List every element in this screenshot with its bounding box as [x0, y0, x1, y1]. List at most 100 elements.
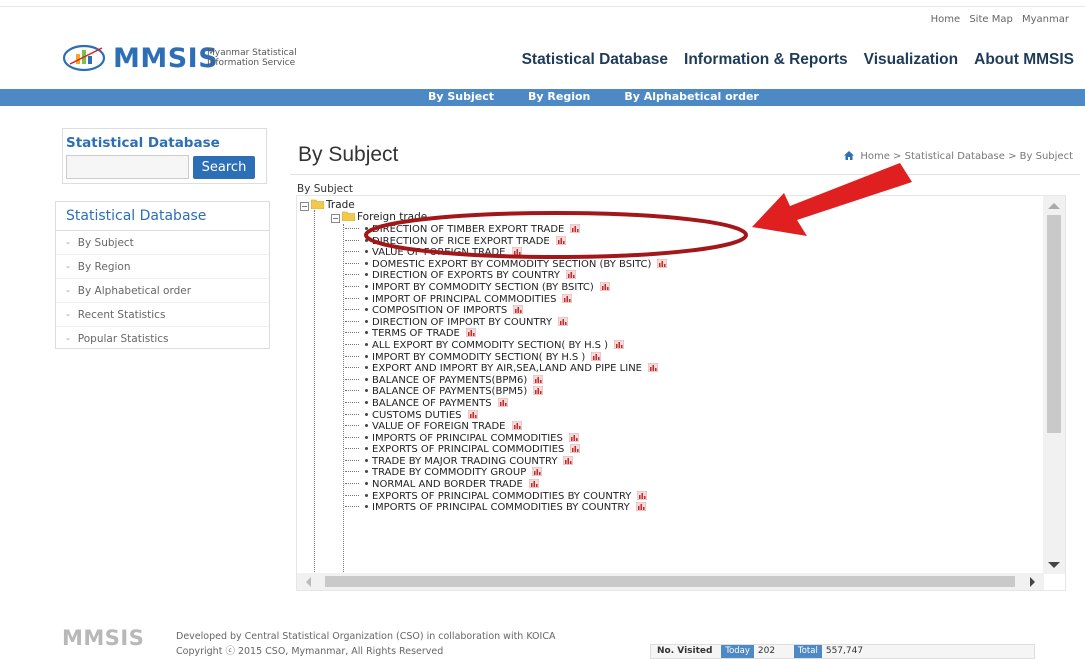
mmsis-logo-icon[interactable]: [62, 42, 110, 72]
chart-icon[interactable]: [635, 502, 646, 512]
tree-item[interactable]: VALUE OF FOREIGN TRADE: [345, 421, 667, 433]
tree-item-label[interactable]: BALANCE OF PAYMENTS(BPM5): [372, 386, 527, 397]
collapse-toggle-icon[interactable]: −: [331, 214, 340, 223]
tree-item[interactable]: DIRECTION OF TIMBER EXPORT TRADE: [345, 224, 667, 236]
tree-item-label[interactable]: EXPORTS OF PRINCIPAL COMMODITIES BY COUN…: [372, 491, 631, 502]
sidebar-item-by-subject[interactable]: - By Subject: [56, 231, 269, 255]
tree-item[interactable]: BALANCE OF PAYMENTS(BPM5): [345, 386, 667, 398]
tree-item-label[interactable]: IMPORT BY COMMODITY SECTION (BY BSITC): [372, 282, 594, 293]
tree-item[interactable]: EXPORTS OF PRINCIPAL COMMODITIES: [345, 444, 667, 456]
subnav-by-region[interactable]: By Region: [528, 90, 590, 103]
tree-item[interactable]: VALUE OF FOREIGN TRADE: [345, 247, 667, 259]
tree-item[interactable]: DIRECTION OF EXPORTS BY COUNTRY: [345, 270, 667, 282]
search-input[interactable]: [66, 155, 189, 179]
chart-icon[interactable]: [657, 258, 668, 268]
sidebar-item-popular-statistics[interactable]: - Popular Statistics: [56, 327, 269, 351]
vertical-scrollbar[interactable]: [1043, 196, 1065, 574]
breadcrumb-text[interactable]: Home > Statistical Database > By Subject: [860, 151, 1073, 162]
chart-icon[interactable]: [566, 270, 576, 280]
tree-item[interactable]: DIRECTION OF IMPORT BY COUNTRY: [345, 316, 667, 329]
tree-item-label[interactable]: DIRECTION OF TIMBER EXPORT TRADE: [372, 224, 564, 235]
tree-item[interactable]: NORMAL AND BORDER TRADE: [345, 479, 667, 491]
tree-item-label[interactable]: BALANCE OF PAYMENTS: [372, 398, 492, 409]
horizontal-scrollbar[interactable]: [297, 573, 1044, 590]
utility-home-link[interactable]: Home: [931, 14, 961, 25]
scroll-down-icon[interactable]: [1048, 562, 1060, 568]
scroll-thumb[interactable]: [325, 576, 1015, 587]
chart-icon[interactable]: [465, 328, 476, 338]
chart-icon[interactable]: [532, 467, 543, 477]
tree-item-label[interactable]: IMPORT OF PRINCIPAL COMMODITIES: [372, 294, 556, 305]
chart-icon[interactable]: [568, 432, 579, 442]
tree-node-trade[interactable]: − Trade: [300, 199, 355, 211]
search-button[interactable]: Search: [193, 156, 255, 179]
chart-icon[interactable]: [637, 490, 648, 500]
tree-item-label[interactable]: TERMS OF TRADE: [372, 328, 460, 339]
tree-item-label[interactable]: EXPORT AND IMPORT BY AIR,SEA,LAND AND PI…: [372, 363, 642, 374]
chart-icon[interactable]: [511, 421, 522, 431]
chart-icon[interactable]: [591, 351, 602, 361]
tree-item-label[interactable]: TRADE BY MAJOR TRADING COUNTRY: [372, 456, 557, 467]
scroll-left-icon[interactable]: [306, 577, 311, 587]
tree-item[interactable]: IMPORT BY COMMODITY SECTION (BY BSITC): [345, 281, 667, 294]
tree-item[interactable]: DOMESTIC EXPORT BY COMMODITY SECTION (BY…: [345, 258, 668, 271]
tree-item-label[interactable]: IMPORTS OF PRINCIPAL COMMODITIES: [372, 433, 563, 444]
tree-item-label[interactable]: DOMESTIC EXPORT BY COMMODITY SECTION (BY…: [372, 259, 651, 270]
tree-item-label[interactable]: DIRECTION OF RICE EXPORT TRADE: [372, 236, 550, 247]
tree-item[interactable]: DIRECTION OF RICE EXPORT TRADE: [345, 235, 667, 248]
chart-icon[interactable]: [528, 479, 539, 489]
nav-visualization[interactable]: Visualization: [864, 51, 958, 69]
chart-icon[interactable]: [570, 224, 581, 233]
chart-icon[interactable]: [558, 316, 569, 326]
subnav-by-subject[interactable]: By Subject: [428, 90, 494, 103]
subnav-by-alphabetical[interactable]: By Alphabetical order: [624, 90, 758, 103]
tree-item-label[interactable]: NORMAL AND BORDER TRADE: [372, 479, 523, 490]
utility-sitemap-link[interactable]: Site Map: [969, 14, 1012, 25]
tree-item-label[interactable]: DIRECTION OF EXPORTS BY COUNTRY: [372, 270, 560, 281]
tree-item-label[interactable]: IMPORTS OF PRINCIPAL COMMODITIES BY COUN…: [372, 502, 630, 513]
chart-icon[interactable]: [562, 293, 573, 303]
sidebar-item-recent-statistics[interactable]: - Recent Statistics: [56, 303, 269, 327]
chart-icon[interactable]: [555, 235, 566, 245]
tree-item-label[interactable]: COMPOSITION OF IMPORTS: [372, 305, 507, 316]
tree-item[interactable]: IMPORT BY COMMODITY SECTION( BY H.S ): [345, 351, 667, 364]
tree-item[interactable]: IMPORT OF PRINCIPAL COMMODITIES: [345, 293, 667, 306]
collapse-toggle-icon[interactable]: −: [300, 202, 309, 211]
tree-item-label[interactable]: EXPORTS OF PRINCIPAL COMMODITIES: [372, 444, 564, 455]
tree-item[interactable]: TRADE BY COMMODITY GROUP: [345, 467, 667, 479]
nav-information-reports[interactable]: Information & Reports: [684, 51, 848, 69]
scroll-up-icon[interactable]: [1048, 203, 1060, 209]
tree-item[interactable]: EXPORTS OF PRINCIPAL COMMODITIES BY COUN…: [345, 490, 667, 503]
tree-item-label[interactable]: BALANCE OF PAYMENTS(BPM6): [372, 375, 527, 386]
chart-icon[interactable]: [467, 409, 478, 419]
chart-icon[interactable]: [533, 374, 544, 384]
tree-item-label[interactable]: IMPORT BY COMMODITY SECTION( BY H.S ): [372, 352, 585, 363]
scroll-right-icon[interactable]: [1030, 577, 1035, 587]
chart-icon[interactable]: [497, 397, 508, 407]
tree-item[interactable]: IMPORTS OF PRINCIPAL COMMODITIES: [345, 432, 667, 445]
utility-language-link[interactable]: Myanmar: [1022, 14, 1069, 25]
sidebar-item-by-alphabetical[interactable]: - By Alphabetical order: [56, 279, 269, 303]
tree-node-foreign-trade[interactable]: − Foreign trade: [331, 211, 427, 223]
tree-item[interactable]: BALANCE OF PAYMENTS: [345, 397, 667, 410]
tree-item[interactable]: IMPORTS OF PRINCIPAL COMMODITIES BY COUN…: [345, 502, 667, 514]
tree-item[interactable]: BALANCE OF PAYMENTS(BPM6): [345, 374, 667, 387]
chart-icon[interactable]: [511, 247, 522, 257]
tree-item-label[interactable]: VALUE OF FOREIGN TRADE: [372, 247, 506, 258]
scroll-thumb[interactable]: [1047, 215, 1061, 433]
brand-name[interactable]: MMSIS: [113, 44, 218, 74]
sidebar-item-by-region[interactable]: - By Region: [56, 255, 269, 279]
tree-item[interactable]: TERMS OF TRADE: [345, 328, 667, 340]
chart-icon[interactable]: [570, 444, 581, 454]
nav-statistical-database[interactable]: Statistical Database: [522, 51, 668, 69]
tree-item-label[interactable]: DIRECTION OF IMPORT BY COUNTRY: [372, 317, 552, 328]
chart-icon[interactable]: [533, 386, 544, 396]
tree-item-label[interactable]: ALL EXPORT BY COMMODITY SECTION( BY H.S …: [372, 340, 608, 351]
tree-item-label[interactable]: CUSTOMS DUTIES: [372, 410, 462, 421]
chart-icon[interactable]: [599, 281, 610, 291]
chart-icon[interactable]: [513, 305, 524, 315]
chart-icon[interactable]: [648, 363, 658, 373]
chart-icon[interactable]: [563, 455, 574, 465]
chart-icon[interactable]: [614, 339, 625, 349]
tree-item[interactable]: TRADE BY MAJOR TRADING COUNTRY: [345, 455, 667, 468]
